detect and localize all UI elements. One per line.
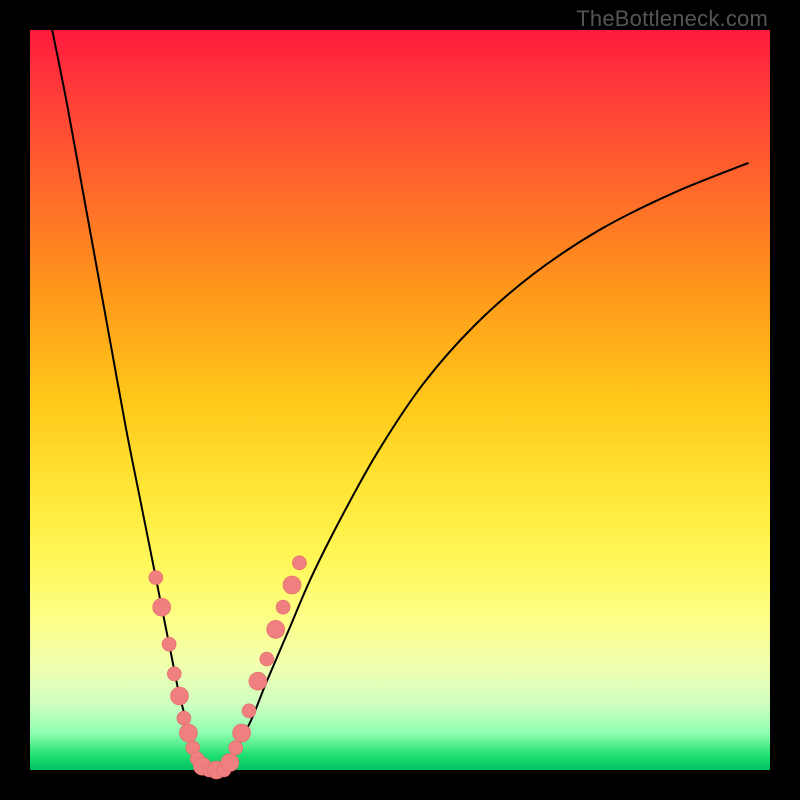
data-dots [149, 556, 307, 779]
data-dot [221, 754, 239, 772]
left-curve [52, 30, 207, 770]
data-dot [153, 598, 171, 616]
data-dot [149, 571, 163, 585]
plot-area [30, 30, 770, 770]
data-dot [276, 600, 290, 614]
curves-svg [30, 30, 770, 770]
data-dot [171, 687, 189, 705]
data-dot [242, 704, 256, 718]
right-curve [222, 163, 747, 770]
data-dot [267, 620, 285, 638]
data-dot [249, 672, 267, 690]
data-dot [179, 724, 197, 742]
chart-frame: TheBottleneck.com [0, 0, 800, 800]
watermark-text: TheBottleneck.com [576, 6, 768, 32]
data-dot [292, 556, 306, 570]
data-dot [162, 637, 176, 651]
data-dot [260, 652, 274, 666]
data-dot [233, 724, 251, 742]
data-dot [229, 741, 243, 755]
data-dot [167, 667, 181, 681]
data-dot [177, 711, 191, 725]
data-dot [283, 576, 301, 594]
